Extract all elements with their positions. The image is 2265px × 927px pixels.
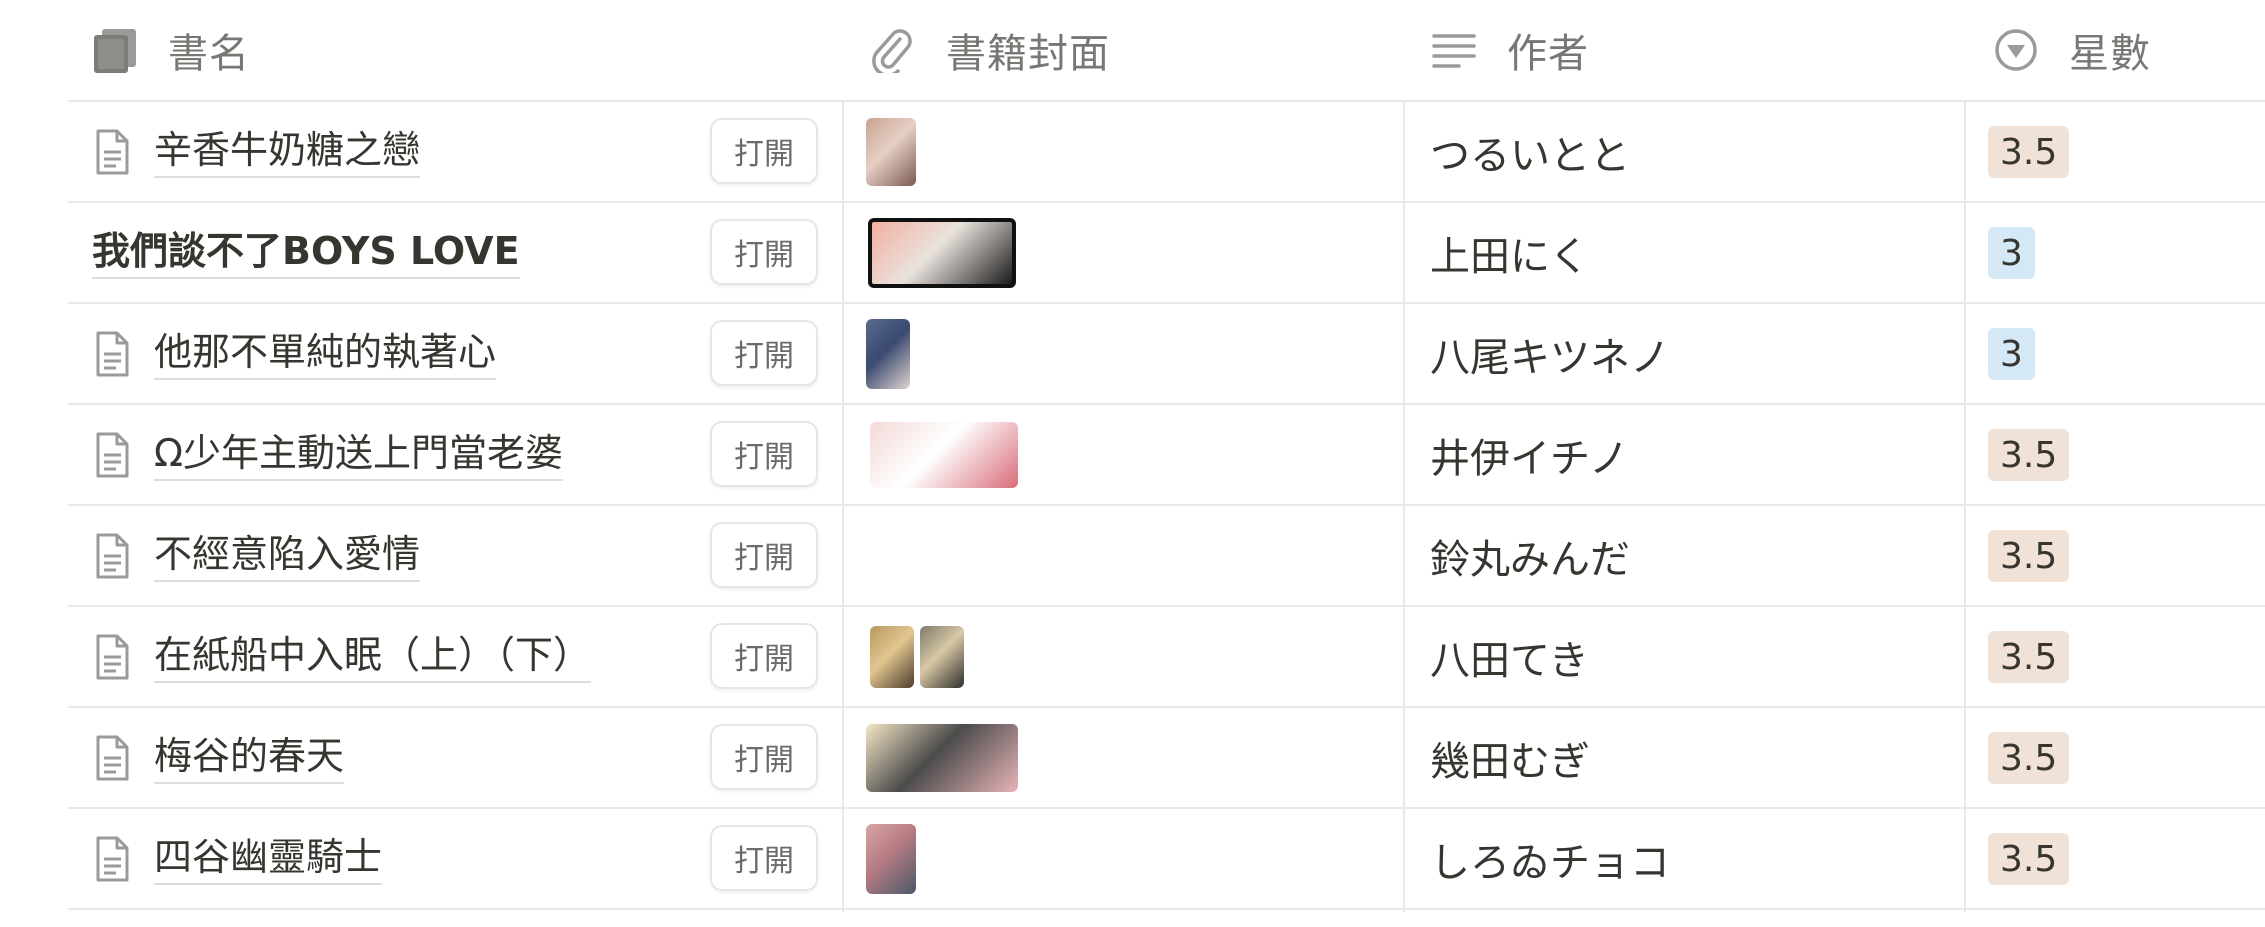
author-name: 八尾キツネノ	[1430, 334, 1670, 381]
table-header: 書名 書籍封面 作者 星數	[68, 0, 2265, 102]
title-cell[interactable]: 辛香牛奶糖之戀	[92, 102, 421, 201]
rating-tag[interactable]: 3.5	[1988, 126, 2070, 178]
book-title[interactable]: 不經意陷入愛情	[154, 530, 421, 582]
table-row[interactable]: 梅谷的春天 打開 幾田むぎ 3.5	[68, 708, 2265, 809]
book-stack-icon	[92, 27, 138, 73]
document-icon	[92, 127, 132, 177]
column-label: 作者	[1507, 31, 1589, 77]
table-row[interactable]: 我們談不了BOYS LOVE 打開 上田にく 3	[68, 203, 2265, 304]
paperclip-icon	[870, 27, 916, 73]
document-icon	[92, 733, 132, 783]
title-cell[interactable]: Ω少年主動送上門當老婆	[92, 405, 564, 504]
book-cover-thumbnail[interactable]	[866, 723, 1018, 792]
table-row[interactable]: 辛香牛奶糖之戀 打開 つるいとと 3.5	[68, 102, 2265, 203]
document-icon	[92, 531, 132, 581]
open-button[interactable]: 打開	[710, 522, 818, 588]
title-cell[interactable]: 四谷幽靈騎士	[92, 809, 383, 908]
column-header-rating[interactable]: 星數	[1993, 0, 2151, 100]
author-name: 上田にく	[1430, 233, 1590, 280]
author-name: 鈴丸みんだ	[1430, 536, 1630, 583]
table-row[interactable]: 在紙船中入眠（上）（下） 打開 八田てき 3.5	[68, 607, 2265, 708]
document-icon	[92, 632, 132, 682]
column-header-title[interactable]: 書名	[92, 0, 250, 100]
book-title[interactable]: 四谷幽靈騎士	[154, 833, 383, 885]
open-button[interactable]: 打開	[710, 623, 818, 689]
book-cover-thumbnail[interactable]	[870, 625, 914, 688]
table-row[interactable]: 不經意陷入愛情 打開 鈴丸みんだ 3.5	[68, 506, 2265, 607]
table-row[interactable]: 四谷幽靈騎士 打開 しろゐチョコ 3.5	[68, 809, 2265, 910]
title-cell[interactable]: 梅谷的春天	[92, 708, 345, 807]
book-cover-thumbnail[interactable]	[920, 625, 964, 688]
book-title[interactable]: 我們談不了BOYS LOVE	[92, 227, 520, 279]
column-label: 書名	[168, 31, 250, 77]
book-cover-thumbnail[interactable]	[866, 117, 916, 186]
document-icon	[92, 430, 132, 480]
open-button[interactable]: 打開	[710, 421, 818, 487]
title-cell[interactable]: 不經意陷入愛情	[92, 506, 421, 605]
open-button[interactable]: 打開	[710, 118, 818, 184]
author-name: 幾田むぎ	[1430, 738, 1590, 785]
author-name: つるいとと	[1430, 132, 1630, 179]
open-button[interactable]: 打開	[710, 825, 818, 891]
open-button[interactable]: 打開	[710, 724, 818, 790]
book-title[interactable]: 他那不單純的執著心	[154, 328, 497, 380]
column-label: 書籍封面	[946, 31, 1110, 77]
book-title[interactable]: Ω少年主動送上門當老婆	[154, 429, 564, 481]
author-name: 八田てき	[1430, 637, 1589, 684]
book-title[interactable]: 辛香牛奶糖之戀	[154, 126, 421, 178]
document-icon	[92, 329, 132, 379]
title-cell[interactable]: 他那不單純的執著心	[92, 304, 497, 403]
author-name: 井伊イチノ	[1430, 435, 1629, 482]
rating-tag[interactable]: 3	[1988, 227, 2035, 279]
book-cover-thumbnail[interactable]	[866, 318, 910, 389]
rating-tag[interactable]: 3.5	[1988, 530, 2070, 582]
rating-tag[interactable]: 3	[1988, 328, 2035, 380]
book-title[interactable]: 在紙船中入眠（上）（下）	[154, 631, 592, 683]
column-header-cover[interactable]: 書籍封面	[870, 0, 1110, 100]
column-header-author[interactable]: 作者	[1431, 0, 1589, 100]
select-circle-icon	[1993, 27, 2039, 73]
open-button[interactable]: 打開	[710, 320, 818, 386]
book-cover-thumbnail[interactable]	[870, 421, 1018, 488]
rating-tag[interactable]: 3.5	[1988, 833, 2070, 885]
rating-tag[interactable]: 3.5	[1988, 429, 2070, 481]
book-title[interactable]: 梅谷的春天	[154, 732, 345, 784]
document-icon	[92, 834, 132, 884]
table-row[interactable]: 他那不單純的執著心 打開 八尾キツネノ 3	[68, 304, 2265, 405]
table-row[interactable]: Ω少年主動送上門當老婆 打開 井伊イチノ 3.5	[68, 405, 2265, 506]
text-lines-icon	[1431, 27, 1477, 73]
author-name: しろゐチョコ	[1430, 839, 1670, 886]
title-cell[interactable]: 在紙船中入眠（上）（下）	[92, 607, 592, 706]
rating-tag[interactable]: 3.5	[1988, 732, 2070, 784]
column-label: 星數	[2069, 31, 2151, 77]
rating-tag[interactable]: 3.5	[1988, 631, 2070, 683]
title-cell[interactable]: 我們談不了BOYS LOVE	[92, 203, 520, 302]
book-cover-thumbnail[interactable]	[866, 823, 916, 894]
open-button[interactable]: 打開	[710, 219, 818, 285]
book-cover-thumbnail[interactable]	[868, 217, 1016, 288]
